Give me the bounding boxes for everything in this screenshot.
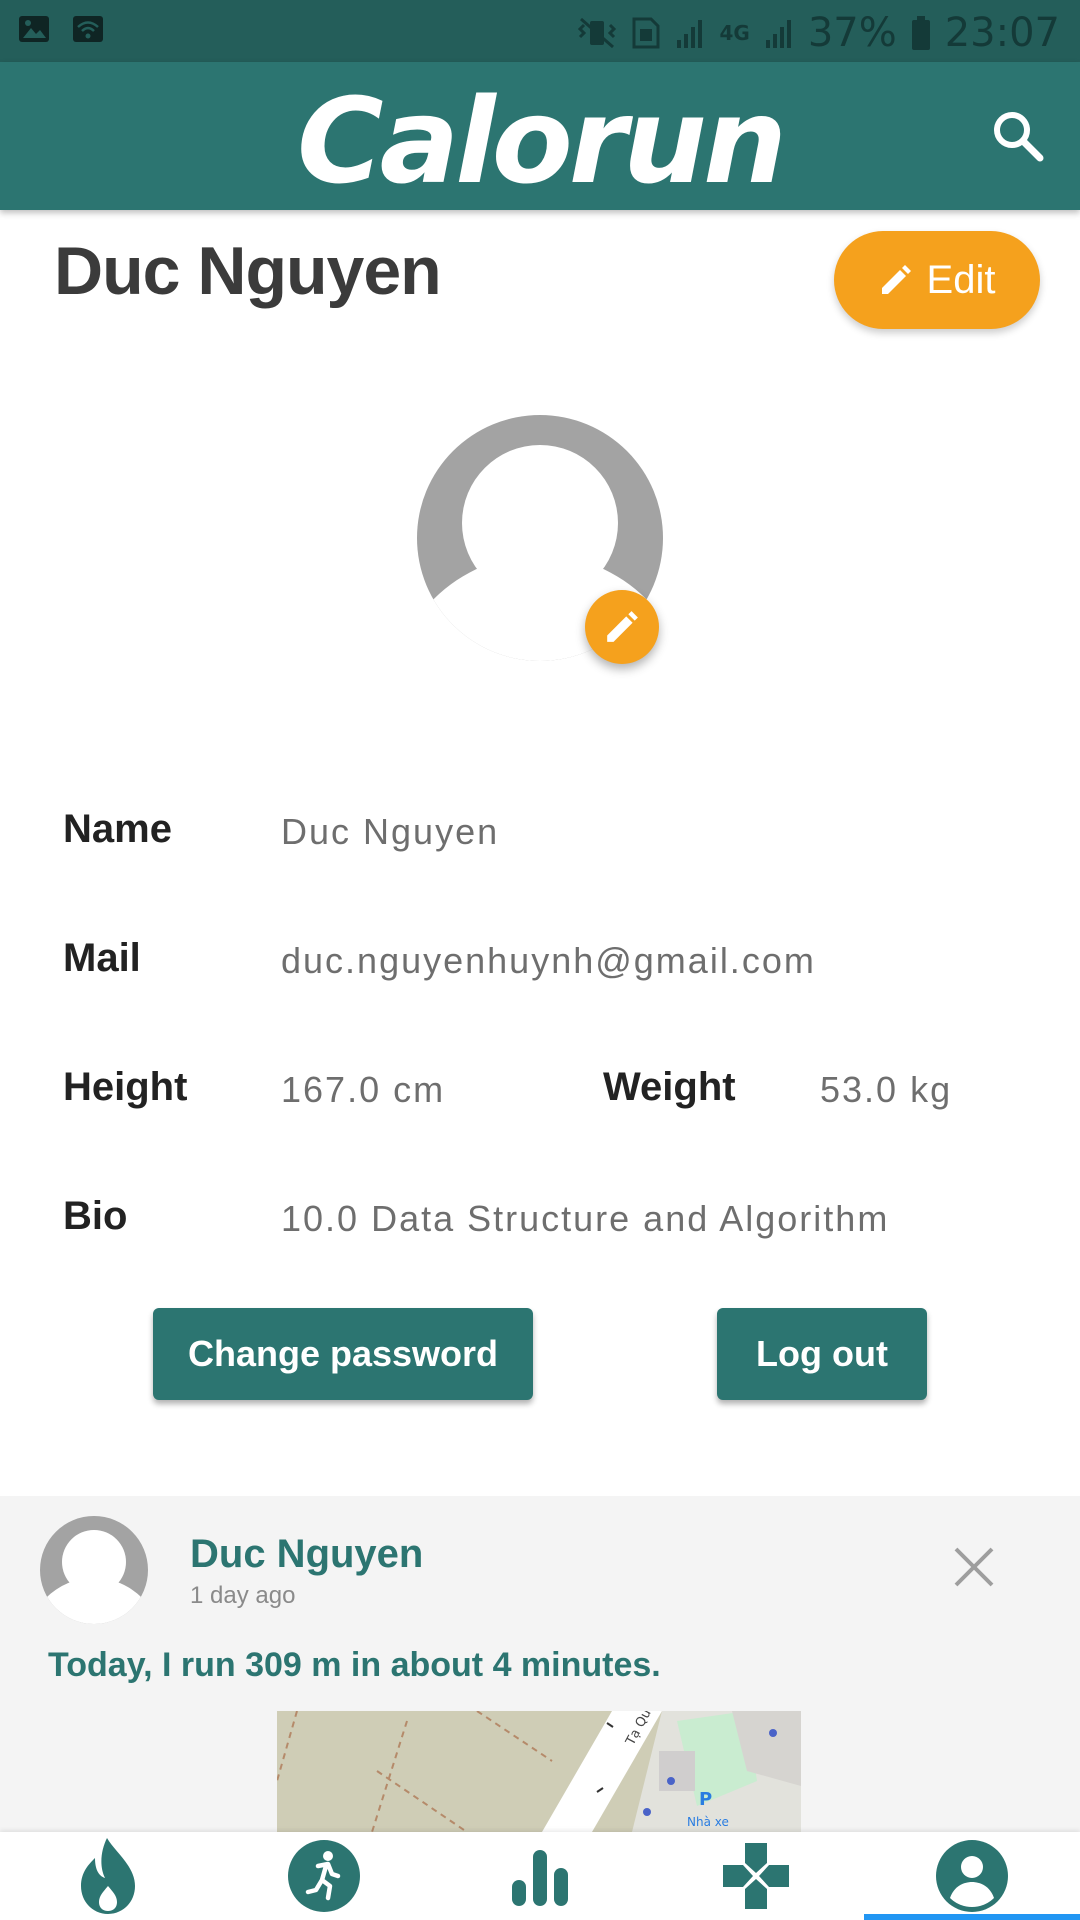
logout-button[interactable]: Log out — [717, 1308, 927, 1400]
search-icon[interactable] — [988, 106, 1048, 166]
avatar — [40, 1516, 148, 1624]
bio-label: Bio — [63, 1194, 128, 1238]
svg-text:P: P — [699, 1789, 712, 1810]
edit-label: Edit — [926, 257, 996, 302]
nav-calories[interactable] — [0, 1832, 216, 1920]
nav-games[interactable] — [648, 1832, 864, 1920]
nav-run[interactable] — [216, 1832, 432, 1920]
battery-icon — [911, 16, 930, 50]
height-label: Height — [63, 1065, 188, 1109]
close-icon[interactable] — [952, 1545, 996, 1589]
pencil-icon — [607, 611, 638, 642]
name-value: Duc Nguyen — [281, 811, 500, 852]
change-avatar-button[interactable] — [585, 590, 659, 664]
clock: 23:07 — [944, 10, 1060, 56]
weight-value: 53.0 kg — [820, 1069, 953, 1110]
app-logo: Calorun — [297, 72, 787, 210]
mail-label: Mail — [63, 936, 141, 980]
account-icon — [936, 1840, 1008, 1912]
battery-percent: 37% — [807, 10, 897, 56]
map-image: P Tạ Quang Nhà xe — [277, 1711, 801, 1832]
post-text: Today, I run 309 m in about 4 minutes. — [48, 1646, 661, 1684]
flame-icon — [81, 1838, 135, 1914]
nav-profile[interactable] — [864, 1832, 1080, 1920]
bar-chart-icon — [512, 1850, 568, 1906]
bottom-navigation — [0, 1832, 1080, 1920]
pencil-icon — [881, 265, 911, 294]
name-label: Name — [63, 807, 172, 851]
gamepad-icon — [723, 1843, 789, 1909]
weight-label: Weight — [603, 1065, 736, 1109]
wifi-notification-icon — [73, 16, 103, 42]
sim-card-icon — [632, 17, 660, 49]
map-place-label: Nhà xe — [687, 1815, 729, 1829]
edit-profile-button[interactable]: Edit — [834, 231, 1040, 329]
active-tab-indicator — [864, 1914, 1080, 1920]
network-type: 4G — [719, 21, 750, 45]
change-password-button[interactable]: Change password — [153, 1308, 533, 1400]
app-bar: Calorun — [0, 62, 1080, 210]
page-title: Duc Nguyen — [54, 233, 442, 309]
nav-stats[interactable] — [432, 1832, 648, 1920]
post-timestamp: 1 day ago — [190, 1582, 296, 1609]
post-author[interactable]: Duc Nguyen — [190, 1532, 423, 1577]
height-value: 167.0 cm — [281, 1069, 446, 1110]
mail-value: duc.nguyenhuynh@gmail.com — [281, 940, 816, 981]
vibrate-mute-icon — [578, 17, 617, 49]
bio-value: 10.0 Data Structure and Algorithm — [281, 1198, 890, 1239]
run-map-thumbnail[interactable]: P Tạ Quang Nhà xe — [277, 1711, 801, 1832]
status-bar: 4G 37% 23:07 — [0, 0, 1080, 62]
signal-icon — [677, 20, 703, 48]
image-notification-icon — [19, 16, 49, 42]
run-icon — [288, 1840, 360, 1912]
signal-icon-2 — [765, 20, 791, 48]
